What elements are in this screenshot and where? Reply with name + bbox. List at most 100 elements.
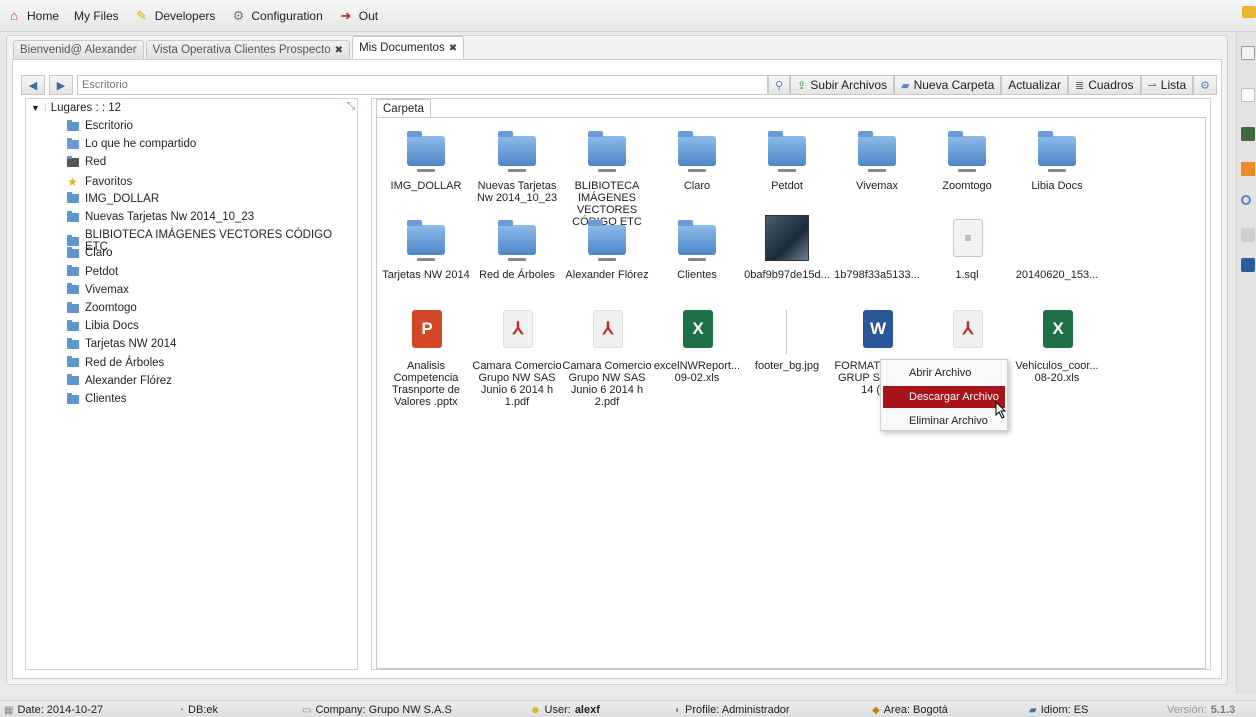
search-button[interactable]: ⚲ [768, 75, 791, 95]
tools-icon[interactable] [1241, 258, 1255, 272]
tab-bar: Bienvenid@ Alexander Vista Operativa Cli… [13, 36, 466, 59]
tree-item[interactable]: Lo que he compartido [67, 137, 196, 150]
settings-button[interactable]: ⚙ [1193, 75, 1217, 95]
menu-developers-label: Developers [154, 8, 216, 23]
tree-item[interactable]: Nuevas Tarjetas Nw 2014_10_23 [67, 210, 254, 223]
file-item[interactable]: ⅄ Camara Comercio Grupo NW SAS Junio 6 20… [472, 310, 562, 408]
tab-bienvenido[interactable]: Bienvenid@ Alexander [13, 40, 144, 59]
tree-item[interactable]: Tarjetas NW 2014 [67, 337, 176, 350]
file-item[interactable]: 0baf9b97de15d... [742, 215, 832, 281]
link-icon[interactable] [1241, 228, 1255, 242]
gear-icon: ⚙ [232, 7, 245, 23]
menu-home[interactable]: ⌂ Home [6, 8, 59, 23]
file-item[interactable]: P Analisis Competencia Trasnporte de Valo… [381, 310, 471, 408]
tree-item[interactable]: Vivemax [67, 283, 129, 296]
notes-icon[interactable] [1242, 6, 1256, 18]
file-label: Zoomtogo [942, 180, 992, 192]
file-item[interactable]: ⅄ Camara Comercio Grupo NW SAS Junio 6 20… [562, 310, 652, 408]
tab-carpeta[interactable]: Carpeta [376, 99, 431, 117]
folder-icon [67, 210, 79, 222]
grid-view-button[interactable]: ≣ Cuadros [1067, 75, 1141, 95]
close-icon[interactable]: ✖ [335, 45, 343, 56]
file-item[interactable]: Petdot [742, 130, 832, 192]
file-label: 1b798f33a5133... [834, 269, 920, 281]
folder-thumb [853, 130, 901, 174]
file-label: 0baf9b97de15d... [744, 269, 830, 281]
file-item[interactable]: Nuevas Tarjetas Nw 2014_10_23 [472, 130, 562, 204]
file-item[interactable]: Clientes [652, 219, 742, 281]
mail-icon[interactable] [1241, 88, 1255, 102]
star-icon: ★ [67, 174, 78, 189]
context-open-file[interactable]: Abrir Archivo [883, 362, 1005, 384]
tree-root[interactable]: ▼ ⁞ Lugares : : 12 [31, 102, 121, 114]
status-area-text: Area: Bogotá [883, 704, 948, 716]
file-item[interactable]: IMG_DOLLAR [381, 130, 471, 192]
context-download-label: Descargar Archivo [909, 391, 999, 403]
close-icon[interactable]: ✖ [449, 43, 457, 54]
file-item[interactable]: Alexander Flórez [562, 219, 652, 281]
warning-icon[interactable] [1241, 162, 1255, 176]
tree-item[interactable]: Libia Docs [67, 319, 139, 332]
file-item[interactable]: XexcelNWReport... 09-02.xls [652, 310, 742, 384]
search-icon[interactable] [1241, 195, 1251, 205]
path-input[interactable] [77, 75, 769, 95]
list-view-button[interactable]: ⇀ Lista [1140, 75, 1194, 95]
expand-icon[interactable]: ▼ [31, 103, 40, 113]
file-item[interactable]: Red de Árboles [472, 219, 562, 281]
tree-item[interactable]: Alexander Flórez [67, 374, 172, 387]
folder-icon [67, 283, 79, 295]
chat-icon[interactable] [1241, 46, 1255, 60]
tree-item[interactable]: Red [67, 155, 106, 168]
menu-developers[interactable]: ✎ Developers [134, 8, 216, 23]
network-folder-icon [858, 131, 896, 172]
tab-mis-documentos[interactable]: Mis Documentos ✖ [352, 36, 465, 59]
back-button[interactable]: ◀ [21, 75, 45, 95]
context-delete-file[interactable]: Eliminar Archivo [883, 410, 1005, 432]
tree-item[interactable]: Clientes [67, 392, 127, 405]
file-item[interactable]: 20140620_153... [1012, 219, 1102, 281]
file-item[interactable]: BLIBIOTECA IMÁGENES VECTORES CÓDIGO ETC [562, 130, 652, 228]
tree-item[interactable]: IMG_DOLLAR [67, 192, 159, 205]
file-label: Camara Comercio Grupo NW SAS Junio 6 201… [562, 360, 652, 408]
folder-thumb [402, 219, 450, 263]
refresh-button[interactable]: Actualizar [1001, 75, 1068, 95]
status-company-text: Company: Grupo NW S.A.S [315, 704, 452, 716]
tree-item[interactable]: ★ Favoritos [67, 175, 132, 189]
pane-splitter[interactable] [362, 98, 370, 670]
file-item[interactable]: X Vehiculos_coor... 08-20.xls [1012, 310, 1102, 384]
pdf-file-icon: ⅄ [593, 310, 623, 348]
menu-my-files[interactable]: My Files [74, 9, 119, 23]
folder-thumb [583, 219, 631, 263]
upload-button[interactable]: ⇪ Subir Archivos [790, 75, 895, 95]
calculator-icon[interactable] [1241, 127, 1255, 141]
tree-item[interactable]: Escritorio [67, 119, 133, 132]
doc-file-icon: W [863, 310, 893, 348]
file-item[interactable]: ≡ 1.sql [922, 219, 1012, 281]
tree-item[interactable]: Claro [67, 246, 112, 259]
file-label: Claro [683, 180, 711, 192]
file-item[interactable]: Claro [652, 130, 742, 192]
status-user: ☻ User: alexf [530, 704, 600, 716]
file-thumb: X [1033, 310, 1081, 354]
menu-configuration[interactable]: ⚙ Configuration [230, 7, 323, 23]
file-item[interactable]: Tarjetas NW 2014 [381, 219, 471, 281]
places-icon: ⁞ [43, 102, 47, 114]
file-item[interactable]: 1b798f33a5133... [832, 219, 922, 281]
context-download-file[interactable]: Descargar Archivo [883, 386, 1005, 408]
tab-vista-operativa[interactable]: Vista Operativa Clientes Prospecto ✖ [145, 40, 351, 59]
tree-item[interactable]: Petdot [67, 265, 118, 278]
menu-out[interactable]: ➜ Out [338, 8, 378, 23]
file-thumb: ⅄ [583, 310, 631, 354]
forward-button[interactable]: ▶ [49, 75, 73, 95]
new-folder-button[interactable]: ▰ Nueva Carpeta [894, 75, 1002, 95]
xls-file-icon: X [1043, 310, 1073, 348]
file-item[interactable]: footer_bg.jpg [742, 310, 832, 372]
collapse-icon[interactable]: ⤡ [347, 101, 355, 112]
tree-item[interactable]: Zoomtogo [67, 301, 137, 314]
file-item[interactable]: Vivemax [832, 130, 922, 192]
file-item[interactable]: Zoomtogo [922, 130, 1012, 192]
file-label: Vehiculos_coor... 08-20.xls [1015, 360, 1099, 384]
area-icon: ◆ [872, 704, 880, 716]
file-item[interactable]: Libia Docs [1012, 130, 1102, 192]
tree-item[interactable]: Red de Árboles [67, 356, 164, 369]
